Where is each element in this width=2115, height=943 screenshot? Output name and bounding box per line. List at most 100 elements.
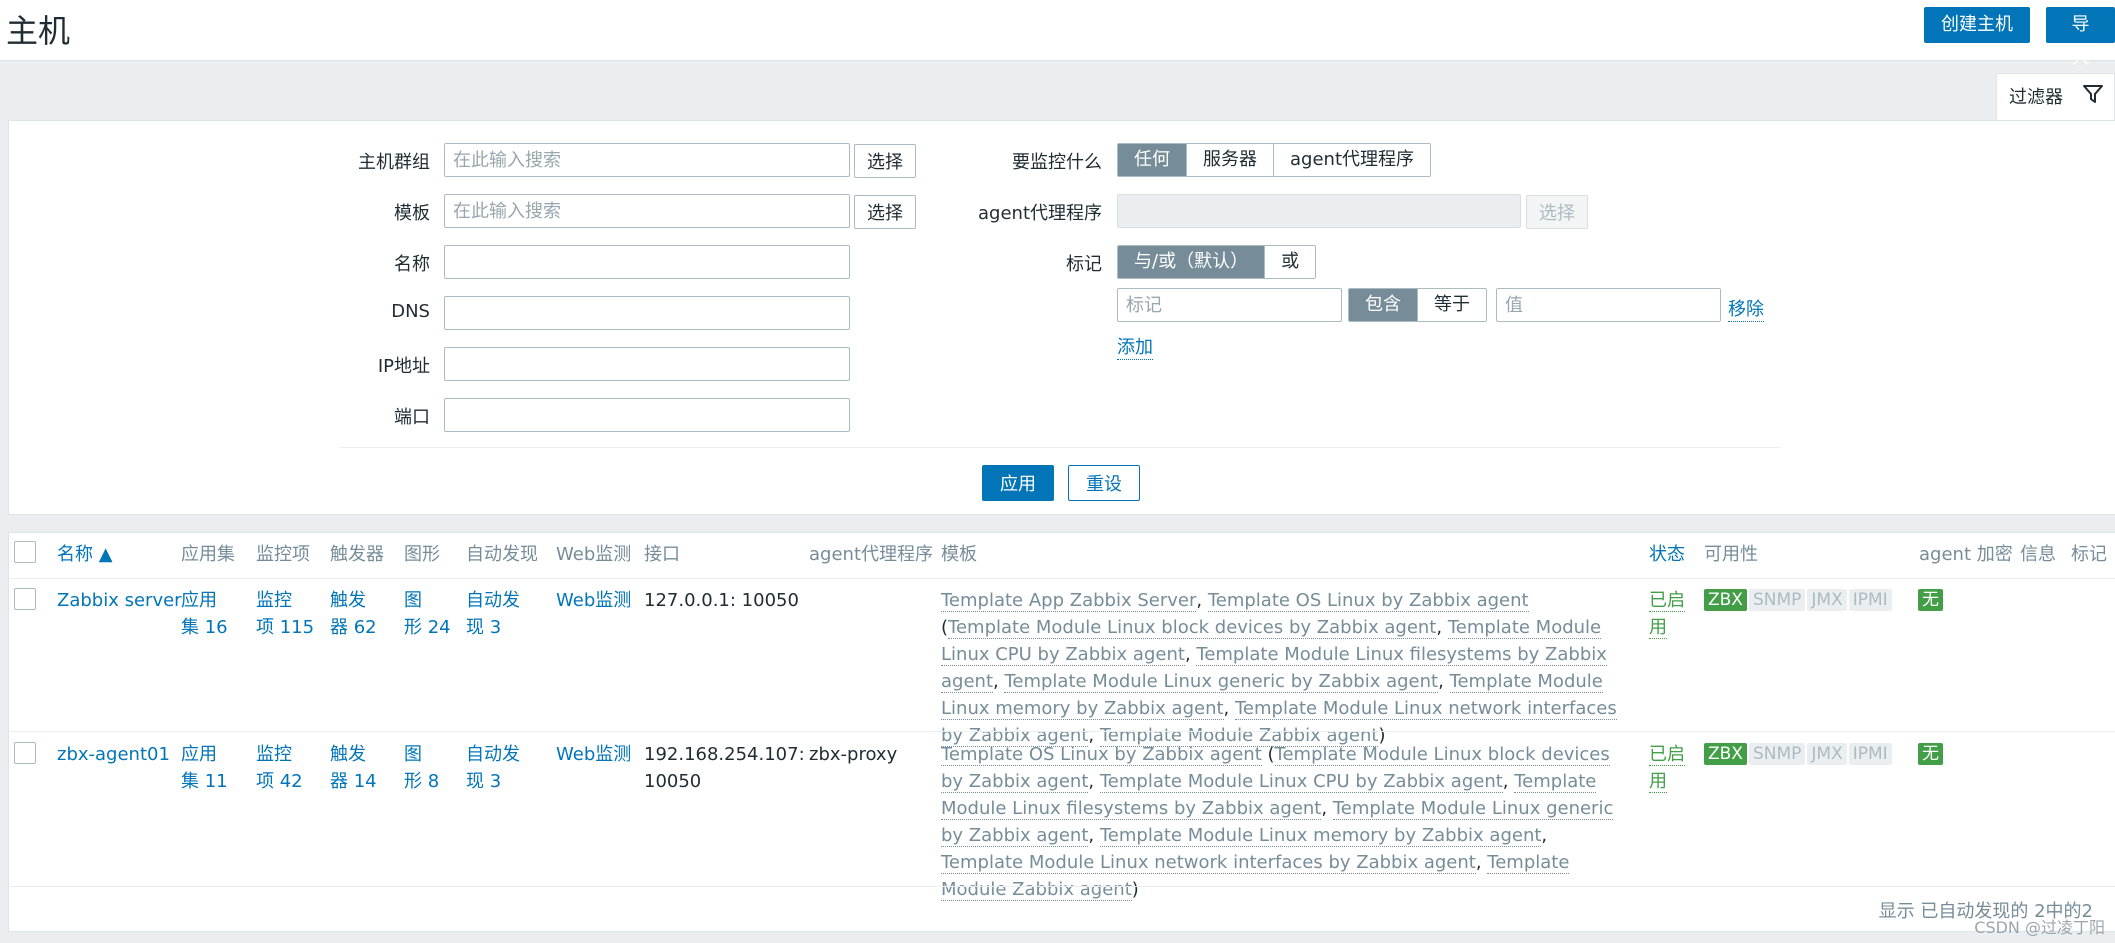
template-link[interactable]: Template Module Linux network interfaces… bbox=[941, 852, 1476, 874]
header-name[interactable]: 名称 ▲ bbox=[57, 540, 113, 566]
filter-divider bbox=[340, 447, 1780, 448]
row-separator bbox=[8, 731, 2115, 732]
template-link[interactable]: Template OS Linux by Zabbix agent bbox=[1207, 590, 1529, 612]
tag-name-input[interactable] bbox=[1117, 288, 1342, 322]
create-host-button[interactable]: 创建主机 bbox=[1924, 7, 2030, 43]
name-label: 名称 bbox=[394, 254, 430, 275]
items-link[interactable]: 监控项 115 bbox=[256, 587, 314, 641]
select-all-checkbox[interactable] bbox=[14, 541, 36, 563]
template-link[interactable]: Template Module Linux block devices by Z… bbox=[948, 617, 1437, 639]
items-link[interactable]: 监控项 42 bbox=[256, 741, 303, 795]
interface-value: 127.0.0.1: 10050 bbox=[644, 590, 799, 611]
ipmi-badge: IPMI bbox=[1848, 743, 1892, 765]
ip-input[interactable] bbox=[444, 347, 850, 381]
graphs-link[interactable]: 图形 24 bbox=[404, 587, 451, 641]
template-link[interactable]: Template Module Linux generic by Zabbix … bbox=[1004, 671, 1439, 693]
header-tags: 标记 bbox=[2071, 544, 2107, 565]
triggers-link[interactable]: 触发器 62 bbox=[330, 587, 377, 641]
import-button[interactable]: 导入 bbox=[2046, 7, 2115, 69]
monitored-by-any[interactable]: 任何 bbox=[1118, 144, 1187, 176]
template-select-button[interactable]: 选择 bbox=[854, 195, 916, 229]
ip-label: IP地址 bbox=[377, 356, 430, 377]
encryption-badge: 无 bbox=[1918, 743, 1943, 765]
apps-link[interactable]: 应用集 11 bbox=[181, 741, 228, 795]
proxy-label: agent代理程序 bbox=[978, 203, 1102, 224]
triggers-link[interactable]: 触发器 14 bbox=[330, 741, 377, 795]
proxy-value: zbx-proxy bbox=[809, 744, 898, 765]
tag-eval-or[interactable]: 或 bbox=[1265, 246, 1316, 278]
host-group-input[interactable] bbox=[444, 143, 850, 177]
header-graphs: 图形 bbox=[404, 544, 440, 565]
template-input[interactable] bbox=[444, 194, 850, 228]
tag-remove-link[interactable]: 移除 bbox=[1728, 295, 1764, 322]
filter-tab[interactable]: 过滤器 bbox=[1996, 73, 2115, 120]
ipmi-badge: IPMI bbox=[1848, 589, 1892, 611]
templates-cell: Template OS Linux by Zabbix agent (Templ… bbox=[941, 744, 1614, 901]
host-group-label: 主机群组 bbox=[358, 152, 430, 173]
apply-button[interactable]: 应用 bbox=[982, 465, 1054, 501]
templates-cell: Template App Zabbix Server, Template OS … bbox=[941, 590, 1617, 747]
header-items: 监控项 bbox=[256, 544, 310, 565]
row-checkbox[interactable] bbox=[14, 742, 36, 764]
monitored-by-label: 要监控什么 bbox=[1012, 152, 1102, 173]
status-toggle[interactable]: 已启用 bbox=[1649, 741, 1689, 795]
template-link[interactable]: Template App Zabbix Server bbox=[941, 590, 1197, 612]
tag-value-input[interactable] bbox=[1496, 288, 1721, 322]
proxy-select-button[interactable]: 选择 bbox=[1526, 195, 1588, 229]
header-templates: 模板 bbox=[941, 544, 977, 565]
header-discovery: 自动发现 bbox=[466, 544, 538, 565]
tag-eval-and-or[interactable]: 与/或（默认） bbox=[1118, 246, 1266, 278]
template-link[interactable]: Template Module Linux memory by Zabbix a… bbox=[1099, 825, 1542, 847]
tag-operator-segmented: 包含 等于 bbox=[1348, 288, 1487, 322]
name-input[interactable] bbox=[444, 245, 850, 279]
snmp-badge: SNMP bbox=[1748, 743, 1806, 765]
tag-eval-segmented: 与/或（默认） 或 bbox=[1117, 245, 1317, 279]
host-name-link[interactable]: Zabbix server bbox=[57, 587, 182, 614]
status-toggle[interactable]: 已启用 bbox=[1649, 587, 1689, 641]
zbx-badge: ZBX bbox=[1704, 743, 1747, 765]
header-availability: 可用性 bbox=[1704, 544, 1758, 565]
discovery-link[interactable]: 自动发现 3 bbox=[466, 587, 520, 641]
dns-label: DNS bbox=[391, 301, 430, 322]
port-label: 端口 bbox=[394, 407, 430, 428]
proxy-input[interactable] bbox=[1117, 194, 1521, 228]
jmx-badge: JMX bbox=[1807, 743, 1847, 765]
tag-operator-contains[interactable]: 包含 bbox=[1349, 289, 1418, 321]
page-title: 主机 bbox=[6, 12, 71, 50]
port-input[interactable] bbox=[444, 398, 850, 432]
host-name-link[interactable]: zbx-agent01 bbox=[57, 741, 170, 768]
discovery-link[interactable]: 自动发现 3 bbox=[466, 741, 520, 795]
page-header: 主机 创建主机 导入 bbox=[0, 0, 2115, 69]
apps-link[interactable]: 应用集 16 bbox=[181, 587, 228, 641]
tag-operator-equals[interactable]: 等于 bbox=[1418, 289, 1486, 321]
web-link[interactable]: Web监测 bbox=[556, 587, 631, 614]
filter-tab-label: 过滤器 bbox=[2009, 87, 2063, 108]
interface-value: 192.168.254.107: 10050 bbox=[644, 744, 805, 792]
dns-input[interactable] bbox=[444, 296, 850, 330]
host-group-select-button[interactable]: 选择 bbox=[854, 144, 916, 178]
template-link[interactable]: Template OS Linux by Zabbix agent bbox=[941, 744, 1262, 766]
watermark: CSDN @过凌丁阳 bbox=[1974, 918, 2105, 937]
header-apps: 应用集 bbox=[181, 544, 235, 565]
row-separator bbox=[8, 886, 2115, 887]
tag-add-link[interactable]: 添加 bbox=[1117, 333, 1153, 360]
monitored-by-server[interactable]: 服务器 bbox=[1187, 144, 1274, 176]
encryption-badge: 无 bbox=[1918, 589, 1943, 611]
header-triggers: 触发器 bbox=[330, 544, 384, 565]
availability-badges: ZBX SNMP JMX IPMI bbox=[1704, 589, 1892, 611]
monitored-by-proxy[interactable]: agent代理程序 bbox=[1274, 144, 1430, 176]
header-interface: 接口 bbox=[644, 544, 680, 565]
graphs-link[interactable]: 图形 8 bbox=[404, 741, 439, 795]
availability-badges: ZBX SNMP JMX IPMI bbox=[1704, 743, 1892, 765]
snmp-badge: SNMP bbox=[1748, 589, 1806, 611]
header-status[interactable]: 状态 bbox=[1649, 540, 1685, 566]
row-checkbox[interactable] bbox=[14, 588, 36, 610]
header-proxy: agent代理程序 bbox=[809, 544, 933, 565]
web-link[interactable]: Web监测 bbox=[556, 741, 631, 768]
header-encryption: agent 加密 bbox=[1919, 544, 2013, 565]
row-separator bbox=[8, 578, 2115, 579]
tags-label: 标记 bbox=[1066, 254, 1102, 275]
template-link[interactable]: Template Module Linux CPU by Zabbix agen… bbox=[1099, 771, 1503, 793]
header-info: 信息 bbox=[2020, 544, 2056, 565]
reset-button[interactable]: 重设 bbox=[1068, 465, 1140, 501]
